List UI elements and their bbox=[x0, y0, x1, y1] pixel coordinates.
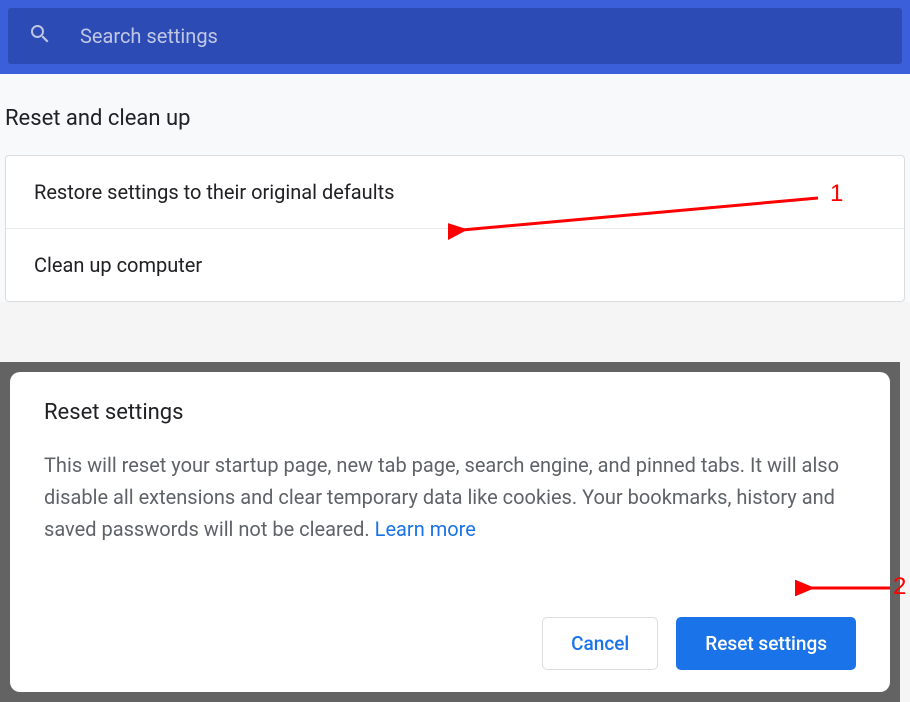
dialog-body: This will reset your startup page, new t… bbox=[44, 449, 856, 597]
content-area: Reset and clean up Restore settings to t… bbox=[0, 74, 910, 302]
modal-backdrop: Reset settings This will reset your star… bbox=[0, 362, 900, 702]
settings-card: Restore settings to their original defau… bbox=[5, 155, 905, 302]
reset-settings-button[interactable]: Reset settings bbox=[676, 617, 856, 670]
header-bar bbox=[0, 0, 910, 74]
search-icon bbox=[28, 22, 52, 50]
learn-more-link[interactable]: Learn more bbox=[375, 517, 476, 541]
clean-up-computer-item[interactable]: Clean up computer bbox=[6, 229, 904, 301]
dialog-title: Reset settings bbox=[44, 400, 856, 425]
restore-defaults-item[interactable]: Restore settings to their original defau… bbox=[6, 156, 904, 229]
cancel-button[interactable]: Cancel bbox=[542, 617, 658, 670]
search-container[interactable] bbox=[8, 8, 902, 64]
reset-settings-dialog: Reset settings This will reset your star… bbox=[10, 372, 890, 692]
search-input[interactable] bbox=[80, 24, 882, 48]
section-title: Reset and clean up bbox=[0, 74, 910, 155]
dialog-actions: Cancel Reset settings bbox=[44, 617, 856, 670]
